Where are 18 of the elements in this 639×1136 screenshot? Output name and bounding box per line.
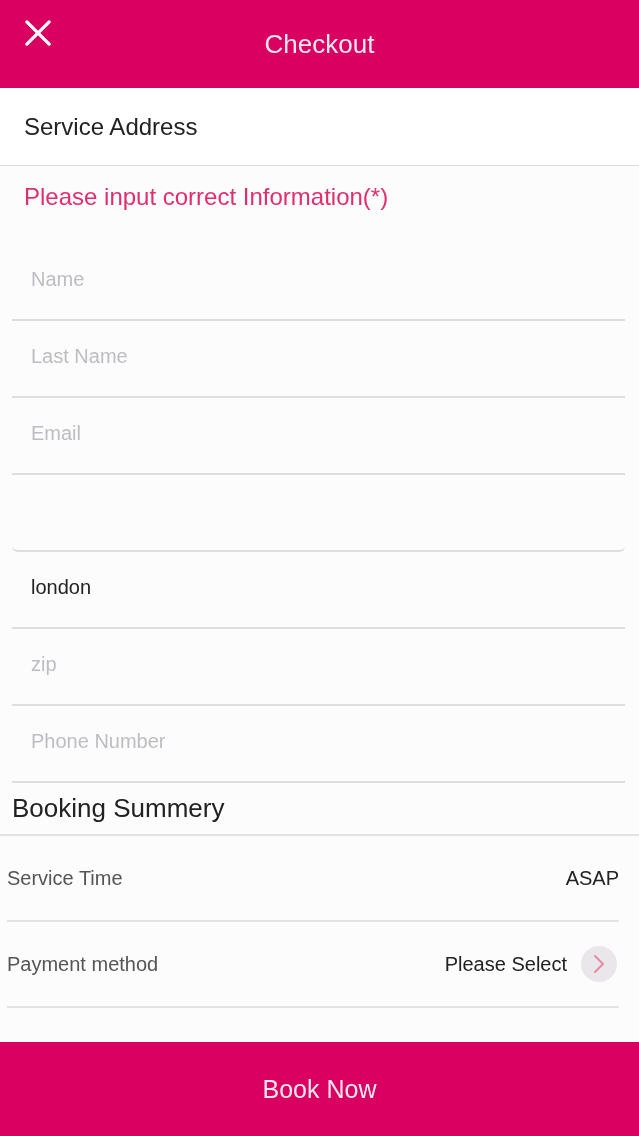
notice-text: Please input correct Information(*) [24, 183, 389, 211]
input-field[interactable]: Phone Number [12, 706, 625, 783]
input-field[interactable]: Last Name [12, 321, 625, 398]
input-field[interactable]: Email [12, 398, 625, 475]
book-now-button[interactable]: Book Now [0, 1042, 639, 1136]
input-field[interactable]: zip [12, 629, 625, 706]
input-field[interactable]: Name [12, 244, 625, 321]
chevron-icon[interactable] [581, 946, 617, 982]
summary-label: Payment method [7, 952, 160, 976]
page-title: Checkout [264, 28, 375, 60]
section-title: Service Address [24, 112, 198, 141]
summary-label: Service Time [7, 866, 124, 890]
select-value[interactable]: Please Select [444, 952, 567, 976]
close-icon [25, 20, 51, 46]
input-field[interactable]: london [12, 552, 625, 629]
close-button[interactable] [22, 17, 54, 49]
summary-value: ASAP [565, 866, 619, 890]
summary-title: Booking Summery [12, 793, 225, 824]
